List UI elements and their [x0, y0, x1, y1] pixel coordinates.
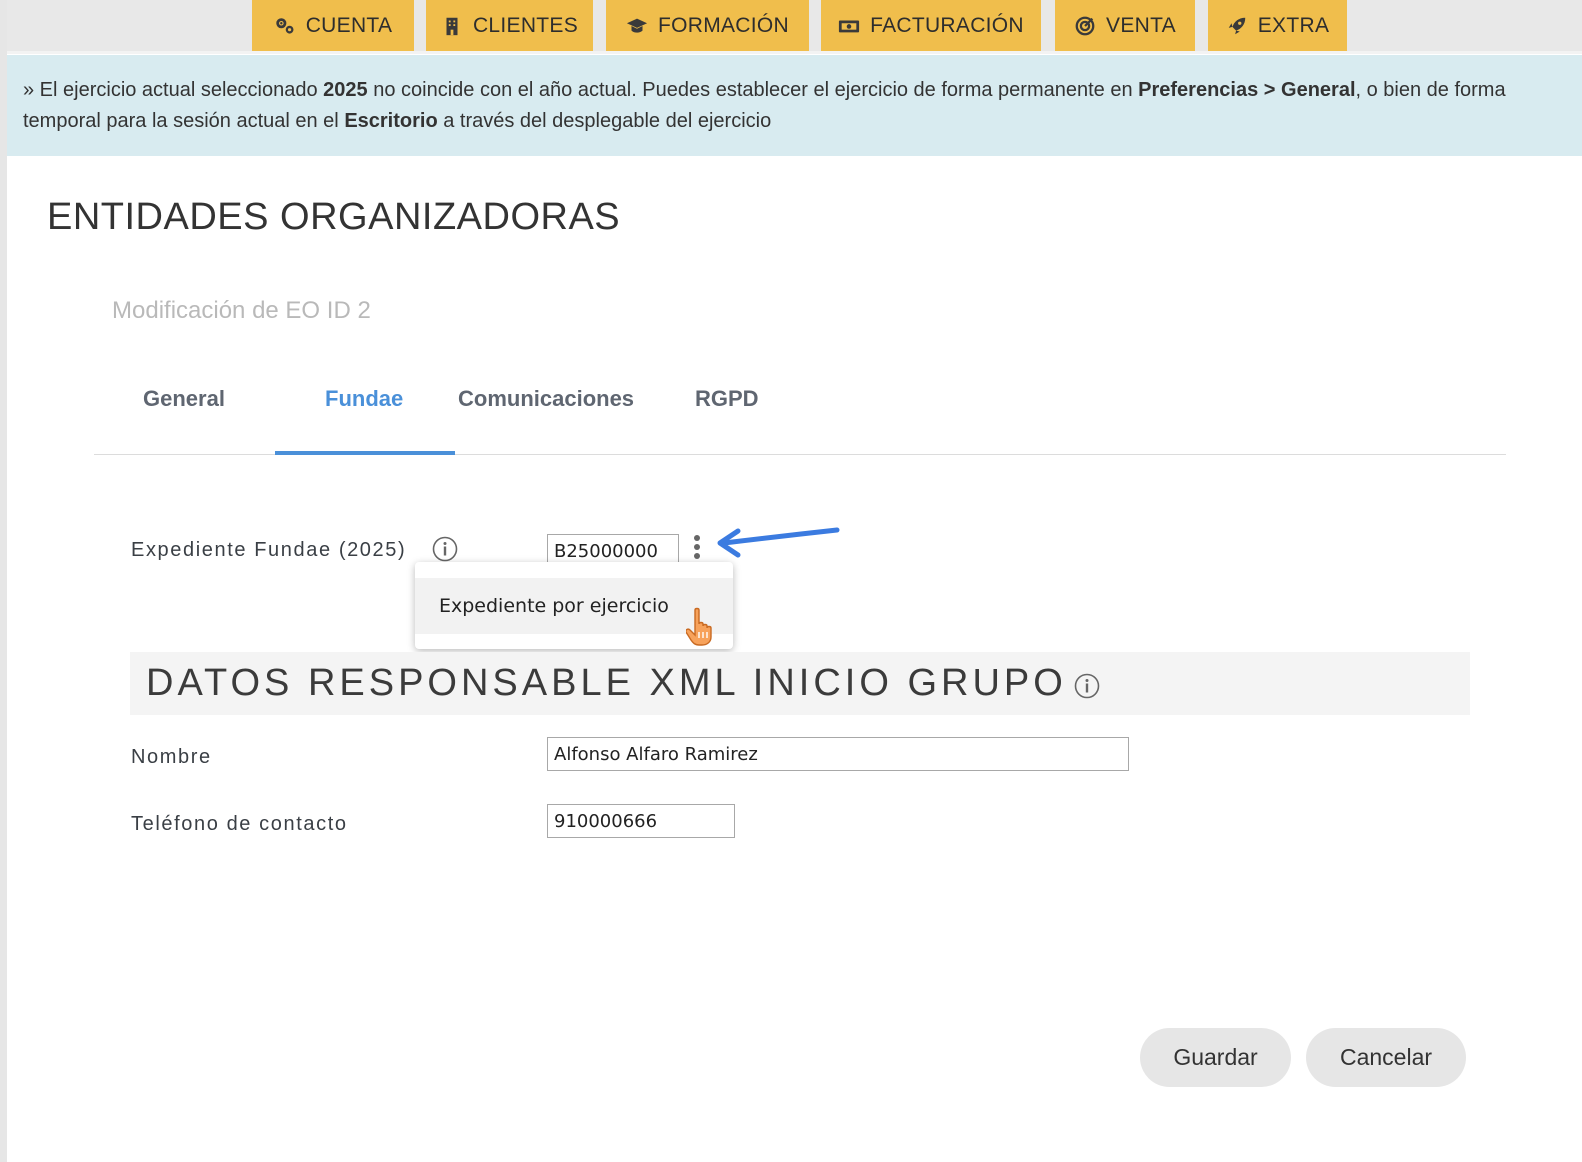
graduation-cap-icon	[626, 18, 648, 33]
tab-rgpd[interactable]: RGPD	[695, 386, 759, 412]
active-tab-indicator	[275, 451, 455, 455]
nav-venta[interactable]: VENTA	[1055, 0, 1195, 51]
nav-clientes[interactable]: CLIENTES	[426, 0, 593, 51]
top-navigation: CUENTA CLIENTES FORMACIÓN FACTURACIÓN VE…	[7, 0, 1582, 54]
info-icon[interactable]	[432, 536, 458, 562]
hand-cursor-icon	[686, 607, 712, 646]
cancel-button[interactable]: Cancelar	[1306, 1028, 1466, 1087]
tab-bar: General Fundae Comunicaciones RGPD	[94, 372, 1506, 455]
nav-facturacion[interactable]: FACTURACIÓN	[821, 0, 1041, 51]
tab-general[interactable]: General	[143, 386, 225, 412]
section-title: DATOS RESPONSABLE XML INICIO GRUPO	[146, 662, 1067, 704]
nav-extra[interactable]: EXTRA	[1208, 0, 1347, 51]
expediente-label: Expediente Fundae (2025)	[131, 539, 407, 561]
tab-fundae[interactable]: Fundae	[325, 386, 403, 412]
expediente-value: B25000000	[554, 540, 658, 562]
notice-year: 2025	[323, 79, 368, 101]
save-button[interactable]: Guardar	[1140, 1028, 1291, 1087]
notice-text: no coincide con el año actual. Puedes es…	[367, 79, 1139, 101]
year-mismatch-notice: » El ejercicio actual seleccionado 2025 …	[7, 55, 1582, 156]
nombre-label: Nombre	[131, 746, 212, 768]
nombre-value: Alfonso Alfaro Ramirez	[554, 743, 758, 765]
annotation-arrow-icon	[717, 527, 840, 558]
nav-formacion[interactable]: FORMACIÓN	[606, 0, 809, 51]
nav-label: CUENTA	[305, 13, 393, 37]
nav-label: CLIENTES	[472, 13, 579, 37]
kebab-menu-icon[interactable]	[690, 534, 704, 560]
telefono-label: Teléfono de contacto	[131, 813, 348, 835]
rocket-icon	[1228, 17, 1245, 34]
target-icon	[1075, 16, 1095, 35]
nombre-input[interactable]: Alfonso Alfaro Ramirez	[547, 737, 1129, 771]
money-icon	[839, 20, 860, 32]
nav-label: FORMACIÓN	[657, 13, 790, 37]
page-subtitle: Modificación de EO ID 2	[112, 297, 371, 324]
telefono-value: 910000666	[554, 810, 658, 832]
section-header: DATOS RESPONSABLE XML INICIO GRUPO	[130, 652, 1470, 715]
nav-label: VENTA	[1106, 13, 1176, 37]
notice-escritorio-link[interactable]: Escritorio	[344, 110, 437, 132]
left-edge-strip	[0, 0, 7, 1162]
page-title: ENTIDADES ORGANIZADORAS	[47, 196, 621, 238]
notice-text: » El ejercicio actual seleccionado	[23, 79, 324, 101]
nav-label: EXTRA	[1257, 13, 1330, 37]
gears-icon	[275, 17, 294, 34]
tab-comunicaciones[interactable]: Comunicaciones	[458, 386, 634, 412]
nav-label: FACTURACIÓN	[870, 13, 1024, 37]
telefono-input[interactable]: 910000666	[547, 804, 735, 838]
building-icon	[446, 17, 458, 35]
notice-text: a través del desplegable del ejercicio	[437, 110, 772, 132]
notice-preferences-link[interactable]: Preferencias > General	[1138, 79, 1355, 101]
info-icon[interactable]	[1074, 673, 1100, 699]
nav-cuenta[interactable]: CUENTA	[252, 0, 414, 51]
